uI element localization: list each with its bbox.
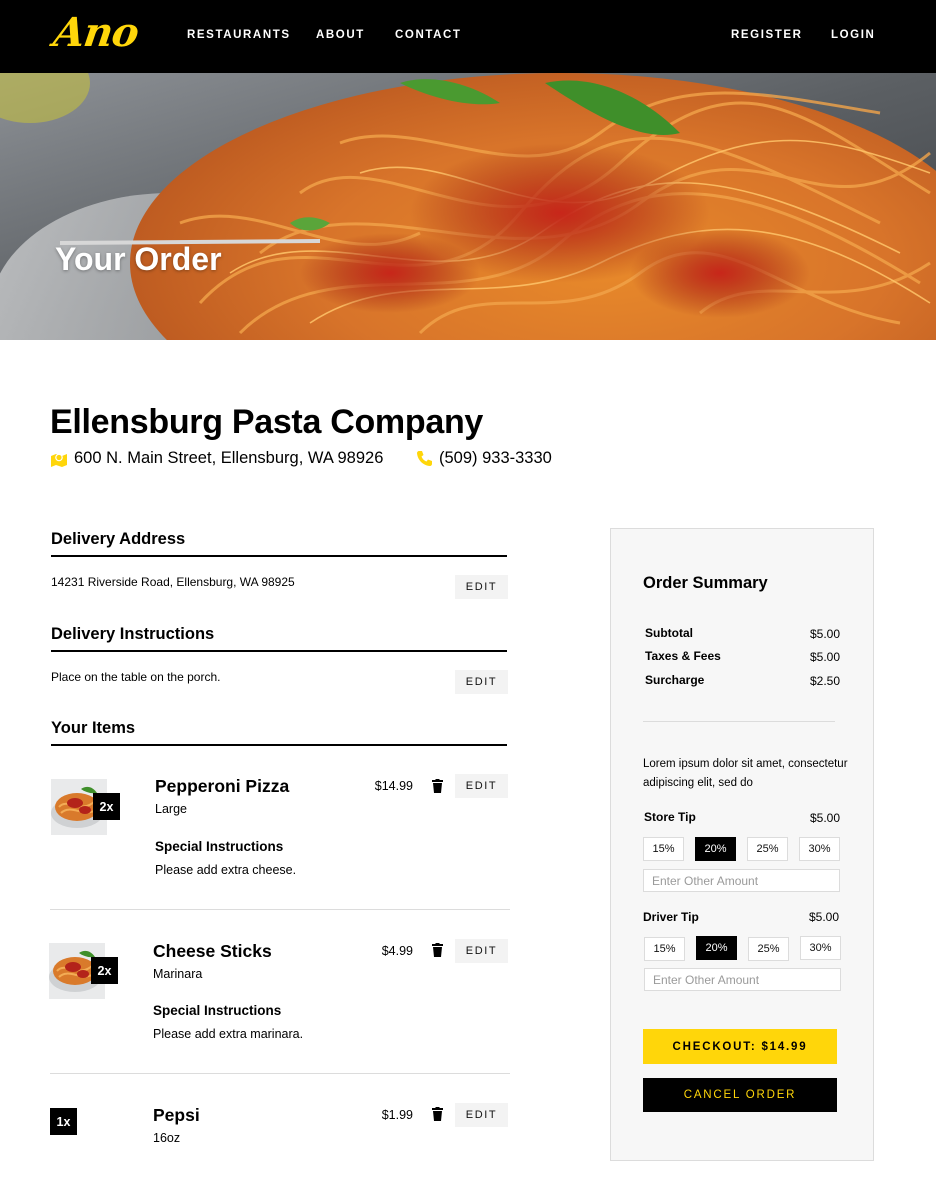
restaurant-phone: (509) 933-3330: [416, 449, 552, 468]
store-tip-20-button[interactable]: 20%: [695, 837, 736, 861]
driver-tip-label: Driver Tip: [643, 910, 699, 924]
cancel-order-button[interactable]: CANCEL ORDER: [643, 1078, 837, 1112]
item-divider: [50, 909, 510, 910]
restaurant-address: 600 N. Main Street, Ellensburg, WA 98926: [50, 449, 383, 468]
taxes-fees-value: $5.00: [809, 650, 840, 664]
trash-icon[interactable]: [432, 943, 443, 957]
surcharge-value: $2.50: [809, 674, 840, 688]
item-variant: Large: [155, 802, 187, 816]
store-tip-30-button[interactable]: 30%: [799, 837, 840, 861]
item-name: Pepperoni Pizza: [155, 776, 290, 796]
trash-icon[interactable]: [432, 1107, 443, 1121]
edit-instructions-button[interactable]: EDIT: [455, 670, 508, 694]
driver-tip-15-button[interactable]: 15%: [644, 937, 685, 961]
top-nav: Ano RESTAURANTS ABOUT CONTACT REGISTER L…: [0, 0, 936, 73]
driver-tip-20-button[interactable]: 20%: [696, 936, 737, 960]
logo[interactable]: Ano: [51, 9, 141, 56]
hero-banner: Your Order: [0, 73, 936, 340]
summary-description: Lorem ipsum dolor sit amet, consectetur …: [643, 758, 848, 789]
store-tip-value: $5.00: [809, 811, 840, 825]
item-price: $1.99: [381, 1108, 413, 1122]
surcharge-label: Surcharge: [645, 673, 705, 687]
quantity-badge: 1x: [50, 1108, 77, 1135]
hero-pasta-image: [0, 73, 936, 340]
store-tip-label: Store Tip: [644, 810, 696, 824]
page-title: Your Order: [55, 241, 222, 277]
item-divider: [50, 1073, 510, 1074]
edit-item-button[interactable]: EDIT: [455, 774, 508, 798]
item-variant: Marinara: [153, 967, 203, 981]
delivery-instructions-heading: Delivery Instructions: [51, 625, 507, 652]
item-name: Pepsi: [153, 1105, 200, 1125]
delivery-instructions-text: Place on the table on the porch.: [51, 670, 221, 684]
nav-link-login[interactable]: LOGIN: [831, 29, 875, 41]
edit-address-button[interactable]: EDIT: [455, 575, 508, 599]
restaurant-phone-text: (509) 933-3330: [439, 449, 552, 467]
checkout-button[interactable]: CHECKOUT: $14.99: [643, 1029, 837, 1064]
phone-icon: [417, 451, 432, 466]
driver-tip-other-input[interactable]: [644, 968, 841, 991]
item-name: Cheese Sticks: [153, 941, 272, 961]
delivery-address-heading: Delivery Address: [51, 530, 507, 557]
item-price: $14.99: [374, 779, 413, 793]
edit-item-button[interactable]: EDIT: [455, 1103, 508, 1127]
restaurant-name: Ellensburg Pasta Company: [50, 403, 484, 441]
special-instructions-text: Please add extra cheese.: [155, 863, 297, 877]
quantity-badge: 2x: [91, 957, 118, 984]
nav-link-about[interactable]: ABOUT: [316, 29, 365, 41]
edit-item-button[interactable]: EDIT: [455, 939, 508, 963]
nav-link-contact[interactable]: CONTACT: [395, 29, 462, 41]
your-items-heading: Your Items: [51, 719, 507, 746]
driver-tip-25-button[interactable]: 25%: [748, 937, 789, 961]
store-tip-25-button[interactable]: 25%: [747, 837, 788, 861]
item-price: $4.99: [381, 944, 413, 958]
taxes-fees-label: Taxes & Fees: [645, 649, 721, 663]
nav-link-restaurants[interactable]: RESTAURANTS: [187, 29, 291, 41]
restaurant-address-text: 600 N. Main Street, Ellensburg, WA 98926: [74, 449, 384, 467]
driver-tip-value: $5.00: [808, 910, 839, 924]
map-pin-icon: [51, 453, 67, 467]
store-tip-other-input[interactable]: [643, 869, 840, 892]
quantity-badge: 2x: [93, 793, 120, 820]
subtotal-value: $5.00: [809, 627, 840, 641]
summary-divider: [643, 721, 835, 722]
driver-tip-30-button[interactable]: 30%: [800, 936, 841, 960]
store-tip-15-button[interactable]: 15%: [643, 837, 684, 861]
subtotal-label: Subtotal: [645, 626, 693, 640]
delivery-address-text: 14231 Riverside Road, Ellensburg, WA 989…: [51, 575, 295, 589]
trash-icon[interactable]: [432, 779, 443, 793]
nav-link-register[interactable]: REGISTER: [731, 29, 803, 41]
special-instructions-text: Please add extra marinara.: [153, 1027, 304, 1041]
order-summary-title: Order Summary: [643, 574, 768, 592]
item-variant: 16oz: [153, 1131, 181, 1145]
special-instructions-label: Special Instructions: [155, 839, 284, 854]
special-instructions-label: Special Instructions: [153, 1003, 282, 1018]
